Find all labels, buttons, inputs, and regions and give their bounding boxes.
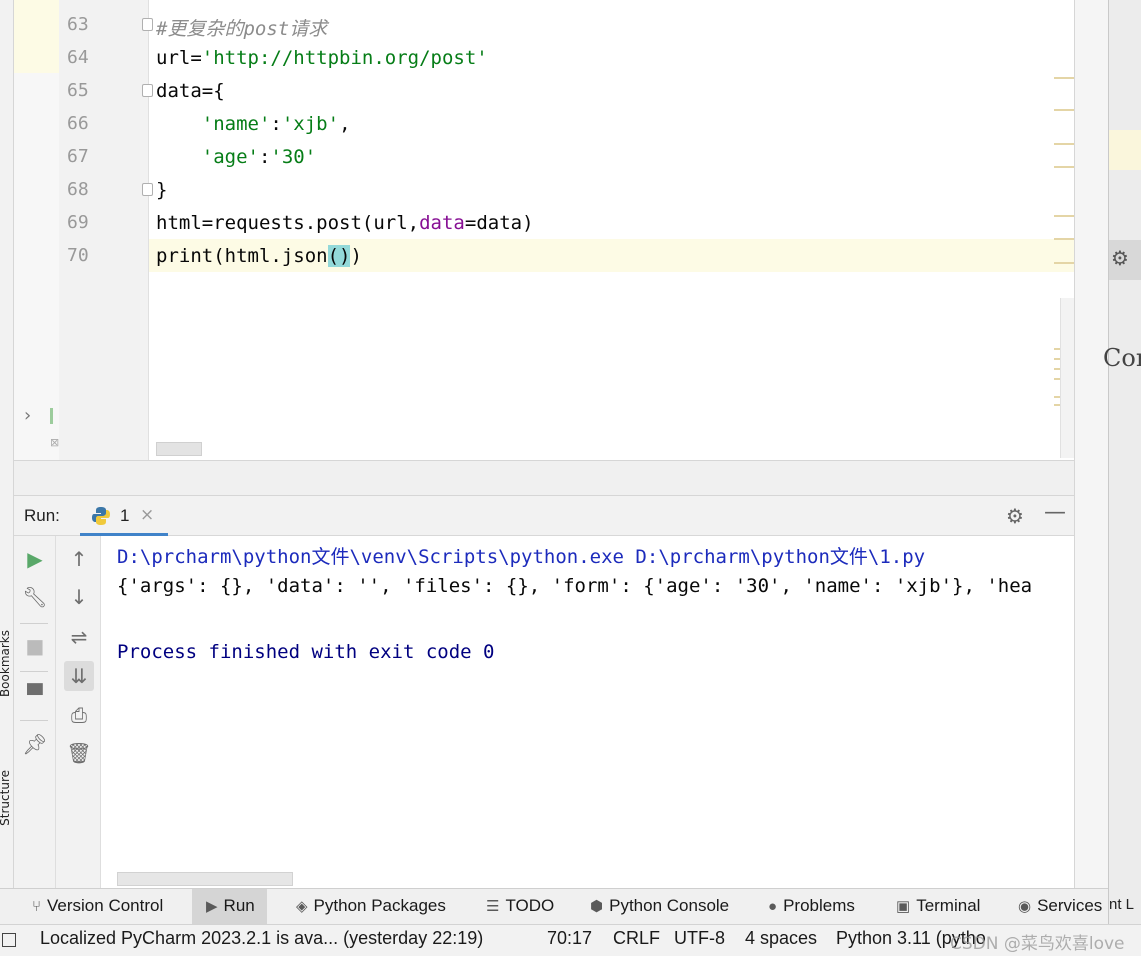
editor-vertical-scrollbar[interactable] [1060,298,1074,458]
bookmarks-tab[interactable]: Bookmarks [0,630,12,697]
services-icon: ◉ [1018,898,1032,915]
tool-window-terminal[interactable]: ▣ Terminal [896,896,980,916]
run-panel-title: Run: [24,506,60,525]
run-tab-label: 1 [120,506,130,525]
line-number: 68 [67,179,89,200]
soft-wrap-icon[interactable]: ⇌ [66,624,92,650]
editor-margin-highlight [14,0,59,73]
line-number: 67 [67,146,89,167]
toolbar-separator [20,671,48,672]
stripe-marker[interactable] [1054,262,1074,264]
console-output-line[interactable]: {'args': {}, 'data': '', 'files': {}, 'f… [117,575,1032,597]
run-toolbar-secondary: ↑ ↓ ⇌ ⇊ ⎙ 🗑︎ [56,536,101,888]
branch-icon: ⑂ [32,898,42,915]
line-number: 66 [67,113,89,134]
toolbar-separator [20,720,48,721]
scroll-to-end-icon[interactable]: ⇊ [64,661,94,691]
tool-window-python-packages[interactable]: ◈ Python Packages [296,896,446,916]
print-icon[interactable]: ⎙ [66,702,92,728]
fold-marker-icon[interactable] [142,84,153,97]
indent-setting[interactable]: 4 spaces [745,928,817,949]
editor-horizontal-scrollbar[interactable] [156,442,202,456]
line-number: 63 [67,14,89,35]
watermark: CSDN @菜鸟欢喜love [950,934,1125,954]
stripe-marker[interactable] [1054,215,1074,217]
chevron-right-icon[interactable]: › [24,405,31,426]
line-number: 69 [67,212,89,233]
tool-window-run[interactable]: ▶ Run [192,889,267,924]
line-number: 64 [67,47,89,68]
gear-icon[interactable]: ⚙ [1111,246,1129,270]
layers-icon: ◈ [296,898,308,915]
update-notification[interactable]: Localized PyCharm 2023.2.1 is ava... (ye… [40,928,483,949]
code-line-68[interactable]: } [156,179,167,201]
right-window-edge: ⚙ Con nt L [1103,0,1141,956]
fold-marker-icon[interactable] [142,18,153,31]
line-number: 65 [67,80,89,101]
diff-icon: ⊠ [50,436,60,449]
tool-window-todo[interactable]: ☰ TODO [486,896,554,916]
panel-divider[interactable] [14,460,1074,496]
toolbar-separator [20,623,48,624]
stripe-marker[interactable] [1054,143,1074,145]
structure-tab[interactable]: Structure [0,770,12,826]
run-toolbar-primary: ▶ 🔧︎ ■ ▀ 📌︎ [14,536,56,888]
console-horizontal-scrollbar[interactable] [117,872,293,886]
toggle-tool-windows-icon[interactable] [2,933,16,947]
right-highlight [1109,130,1141,170]
arrow-down-icon[interactable]: ↓ [66,584,92,610]
stripe-marker[interactable] [1054,238,1074,240]
trash-icon[interactable]: 🗑︎ [66,740,92,766]
rerun-play-icon[interactable]: ▶ [22,546,48,572]
tool-window-bar: ⑂ Version Control ▶ Run ◈ Python Packages ☰… [0,888,1108,924]
code-line-66[interactable]: 'name':'xjb', [156,113,351,135]
arrow-up-icon[interactable]: ↑ [66,546,92,572]
fold-marker-icon[interactable] [142,183,153,196]
right-tool-pane [1074,0,1108,888]
tool-window-version-control[interactable]: ⑂ Version Control [32,896,163,916]
partial-label: nt L [1109,896,1135,913]
code-line-65[interactable]: data={ [156,80,225,102]
close-icon[interactable]: × [140,505,154,525]
code-line-70[interactable]: print(html.json()) [156,245,362,267]
console-command-line[interactable]: D:\prcharm\python文件\venv\Scripts\python.… [117,542,925,569]
code-line-63[interactable]: #更复杂的post请求 [156,14,327,41]
line-number: 70 [67,245,89,266]
line-separator[interactable]: CRLF [613,928,660,949]
run-panel-header: Run: 1 × ⚙ — [14,496,1074,536]
stripe-marker[interactable] [1054,77,1074,79]
change-marker [50,408,53,424]
stop-icon[interactable]: ■ [22,633,48,659]
terminal-icon: ▣ [896,898,911,915]
wrench-icon[interactable]: 🔧︎ [22,584,48,610]
pin-icon[interactable]: 📌︎ [22,731,48,757]
tool-window-python-console[interactable]: ⬢ Python Console [590,896,729,916]
stripe-marker[interactable] [1054,109,1074,111]
partial-heading: Con [1103,344,1141,372]
list-icon: ☰ [486,898,500,915]
play-icon: ▶ [206,898,218,915]
gear-icon[interactable]: ⚙ [1006,504,1024,528]
tool-window-problems[interactable]: ● Problems [768,896,855,916]
code-line-67[interactable]: 'age':'30' [156,146,316,168]
status-bar: Localized PyCharm 2023.2.1 is ava... (ye… [0,924,1141,956]
layout-icon[interactable]: ▀ [22,682,48,708]
python-icon [92,507,110,525]
code-line-64[interactable]: url='http://httpbin.org/post' [156,47,488,69]
stripe-marker[interactable] [1054,166,1074,168]
console-exit-message[interactable]: Process finished with exit code 0 [117,641,495,663]
run-tab-1[interactable]: 1 × [80,496,168,536]
file-encoding[interactable]: UTF-8 [674,928,725,949]
code-editor[interactable]: › ⊠ 63 64 65 66 67 68 69 70 #更复杂的post请求 … [14,0,1074,460]
minimize-icon[interactable]: — [1044,500,1066,525]
matched-paren-highlight: () [327,245,351,267]
run-console[interactable]: D:\prcharm\python文件\venv\Scripts\python.… [101,536,1074,888]
python-icon: ⬢ [590,898,604,915]
info-icon: ● [768,898,778,915]
caret-position[interactable]: 70:17 [547,928,592,949]
code-line-69[interactable]: html=requests.post(url,data=data) [156,212,534,234]
tool-window-services[interactable]: ◉ Services [1018,896,1102,916]
left-tool-strip: Bookmarks Structure [0,0,14,888]
